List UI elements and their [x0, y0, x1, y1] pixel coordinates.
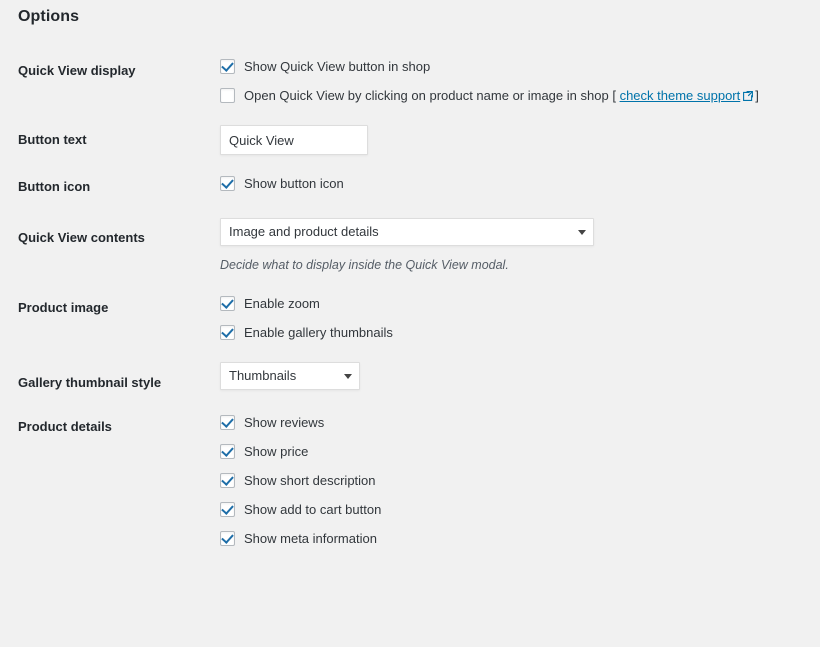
label-quick-view-contents: Quick View contents: [18, 230, 145, 246]
checkbox-show-meta-information[interactable]: Show meta information: [220, 530, 810, 548]
checkbox-open-quick-view-by-click[interactable]: Open Quick View by clicking on product n…: [220, 87, 810, 105]
field-quick-view-contents: Image and product details Decide what to…: [220, 208, 820, 285]
checkbox-show-short-description[interactable]: Show short description: [220, 472, 810, 490]
row-quick-view-display: Quick View display Show Quick View butto…: [0, 48, 820, 115]
checkbox-label: Show button icon: [244, 176, 344, 191]
label-quick-view-display: Quick View display: [18, 63, 136, 78]
field-button-text: [220, 115, 820, 165]
row-button-icon: Button icon Show button icon: [0, 165, 820, 208]
settings-form-table: Quick View display Show Quick View butto…: [0, 48, 820, 558]
quick-view-contents-select[interactable]: Image and product details: [220, 218, 594, 247]
checkbox-enable-gallery-thumbnails[interactable]: Enable gallery thumbnails: [220, 324, 810, 342]
checkbox-label: Show Quick View button in shop: [244, 59, 431, 74]
checkbox-label: Open Quick View by clicking on product n…: [244, 88, 609, 103]
checkbox-show-price[interactable]: Show price: [220, 443, 810, 461]
row-product-image: Product image Enable zoom Enable gallery…: [0, 285, 820, 352]
gallery-thumbnail-style-select[interactable]: Thumbnails: [220, 361, 360, 390]
checkbox-show-button-icon[interactable]: Show button icon: [220, 175, 810, 193]
checkbox-show-add-to-cart-button[interactable]: Show add to cart button: [220, 501, 810, 519]
checkbox-box-icon[interactable]: [220, 472, 235, 488]
page-title: Options: [18, 8, 80, 25]
checkbox-label: Show add to cart button: [244, 501, 382, 517]
button-text-input[interactable]: [220, 125, 368, 155]
checkbox-label: Show meta information: [244, 530, 377, 546]
field-product-image: Enable zoom Enable gallery thumbnails: [220, 285, 820, 352]
row-product-details: Product details Show reviews Show price …: [0, 404, 820, 558]
checkbox-box-icon[interactable]: [220, 176, 235, 191]
checkbox-label-with-link: Open Quick View by clicking on product n…: [244, 87, 759, 105]
link-close-bracket: ]: [755, 88, 759, 103]
checkbox-box-icon[interactable]: [220, 295, 235, 311]
checkbox-label: Enable gallery thumbnails: [244, 324, 393, 340]
label-button-icon: Button icon: [18, 179, 91, 194]
label-product-image: Product image: [18, 299, 109, 315]
checkbox-box-icon[interactable]: [220, 88, 235, 103]
checkbox-enable-zoom[interactable]: Enable zoom: [220, 295, 810, 313]
link-open-bracket: [: [612, 88, 616, 103]
checkbox-box-icon[interactable]: [220, 414, 235, 430]
external-link-icon: [743, 91, 754, 101]
label-product-details: Product details: [18, 418, 112, 434]
checkbox-box-icon[interactable]: [220, 530, 235, 546]
checkbox-label: Show price: [244, 443, 309, 459]
checkbox-label: Show short description: [244, 472, 376, 488]
check-theme-support-link[interactable]: check theme support: [620, 88, 741, 103]
row-gallery-thumbnail-style: Gallery thumbnail style Thumbnails: [0, 352, 820, 404]
field-gallery-thumbnail-style: Thumbnails: [220, 352, 820, 404]
checkbox-show-reviews[interactable]: Show reviews: [220, 414, 810, 432]
checkbox-box-icon[interactable]: [220, 59, 235, 74]
label-gallery-thumbnail-style: Gallery thumbnail style: [18, 374, 162, 390]
checkbox-label: Enable zoom: [244, 295, 320, 311]
field-product-details: Show reviews Show price Show short descr…: [220, 404, 820, 558]
label-button-text: Button text: [18, 132, 87, 147]
select-selected-value: Thumbnails: [229, 367, 297, 383]
row-button-text: Button text: [0, 115, 820, 165]
chevron-down-icon: [578, 230, 586, 236]
chevron-down-icon: [344, 373, 352, 379]
checkbox-box-icon[interactable]: [220, 443, 235, 459]
field-button-icon: Show button icon: [220, 165, 820, 208]
checkbox-label: Show reviews: [244, 414, 325, 430]
row-quick-view-contents: Quick View contents Image and product de…: [0, 208, 820, 285]
select-selected-value: Image and product details: [229, 224, 379, 240]
options-settings-page: Options Quick View display Show Quick Vi…: [0, 0, 820, 647]
field-quick-view-display: Show Quick View button in shop Open Quic…: [220, 48, 820, 115]
checkbox-box-icon[interactable]: [220, 324, 235, 340]
checkbox-box-icon[interactable]: [220, 501, 235, 517]
quick-view-contents-helper-text: Decide what to display inside the Quick …: [220, 258, 509, 273]
checkbox-show-quick-view-button[interactable]: Show Quick View button in shop: [220, 58, 810, 76]
